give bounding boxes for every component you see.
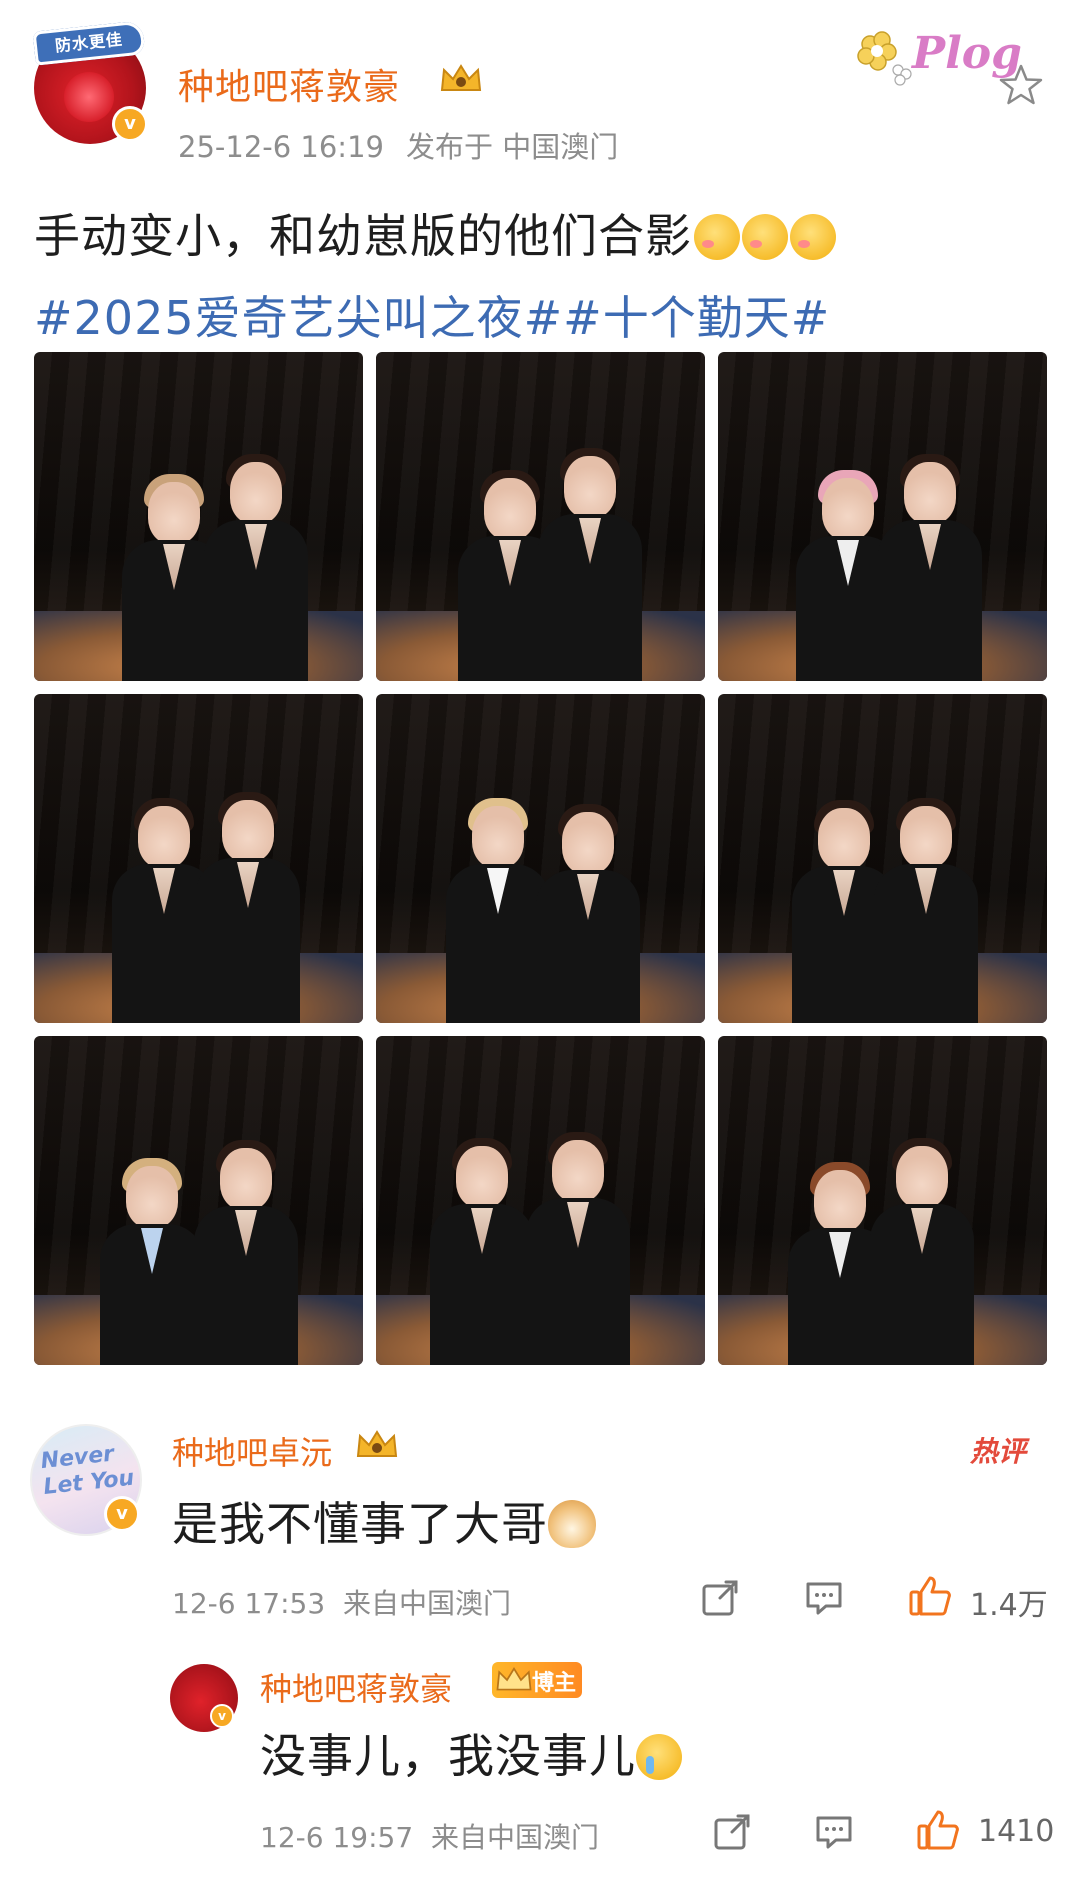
hashtags: #2025爱奇艺尖叫之夜##十个勤天# [34, 282, 830, 348]
comment-location: 来自中国澳门 [342, 1587, 511, 1620]
plog-sticker: Plog [852, 20, 1022, 90]
reply-meta: 12-6 19:57 来自中国澳门 [260, 1816, 599, 1856]
reply-location: 来自中国澳门 [430, 1821, 599, 1854]
comment-meta: 12-6 17:53 来自中国澳门 [172, 1582, 511, 1622]
avatar-pendant: 防水更佳 [32, 20, 146, 66]
blogger-badge-label: 博主 [532, 1671, 577, 1696]
hashtag-link[interactable]: #十个勤天# [563, 291, 830, 345]
photo-9[interactable] [718, 1036, 1047, 1365]
post-time: 25-12-6 16:19 [178, 130, 384, 164]
blush-emoji-icon [790, 214, 836, 260]
photo-7[interactable] [34, 1036, 363, 1365]
verified-icon: v [112, 106, 148, 142]
like-icon[interactable] [908, 1574, 952, 1618]
photo-1[interactable] [34, 352, 363, 681]
like-count: 1.4万 [970, 1588, 1048, 1623]
verified-icon: v [210, 1704, 234, 1728]
hashtag-link[interactable]: #2025爱奇艺尖叫之夜# [34, 291, 563, 345]
crown-icon [440, 64, 482, 91]
comment-icon[interactable] [814, 1812, 854, 1852]
reply-time: 12-6 19:57 [260, 1821, 414, 1854]
crying-emoji-icon [636, 1734, 682, 1780]
photo-4[interactable] [34, 694, 363, 1023]
dog-emoji-icon [548, 1500, 596, 1548]
photo-6[interactable] [718, 694, 1047, 1023]
flower-decoration-icon [857, 31, 912, 86]
post-text: 手动变小，和幼崽版的他们合影 [34, 200, 836, 266]
author-avatar[interactable]: 防水更佳 v [32, 20, 148, 144]
photo-3[interactable] [718, 352, 1047, 681]
comment-text-body: 是我不懂事了大哥 [172, 1497, 548, 1551]
comment-avatar[interactable]: Never Let You v [30, 1424, 142, 1536]
avatar-text: Never Let You [39, 1441, 136, 1500]
reply-text: 没事儿，我没事儿 [260, 1720, 682, 1786]
post-text-body: 手动变小，和幼崽版的他们合影 [34, 209, 692, 263]
author-name[interactable]: 种地吧蒋敦豪 [178, 58, 400, 110]
reply-text-body: 没事儿，我没事儿 [260, 1729, 636, 1783]
post-meta: 25-12-6 16:19 发布于 中国澳门 [178, 124, 640, 166]
avatar-flower [64, 72, 114, 122]
reply-avatar[interactable]: v [170, 1664, 238, 1732]
share-icon[interactable] [700, 1578, 740, 1618]
photo-grid [34, 352, 1048, 1366]
blogger-badge: 博主 [492, 1662, 582, 1698]
photo-5[interactable] [376, 694, 705, 1023]
share-icon[interactable] [712, 1812, 752, 1852]
star-icon[interactable] [998, 62, 1044, 108]
comment-username[interactable]: 种地吧卓沅 [172, 1428, 332, 1474]
comment-time: 12-6 17:53 [172, 1587, 326, 1620]
hot-comment-badge: 热评 [970, 1435, 1027, 1468]
post-location: 发布于 中国澳门 [405, 130, 619, 164]
crown-icon [496, 1667, 532, 1691]
photo-2[interactable] [376, 352, 705, 681]
blush-emoji-icon [742, 214, 788, 260]
verified-icon: v [104, 1496, 140, 1532]
like-count: 1410 [978, 1814, 1055, 1849]
photo-8[interactable] [376, 1036, 705, 1365]
like-icon[interactable] [916, 1808, 960, 1852]
reply-username[interactable]: 种地吧蒋敦豪 [260, 1664, 452, 1710]
blush-emoji-icon [694, 214, 740, 260]
comment-text: 是我不懂事了大哥 [172, 1488, 596, 1554]
crown-icon [356, 1430, 398, 1457]
comment-icon[interactable] [804, 1578, 844, 1618]
